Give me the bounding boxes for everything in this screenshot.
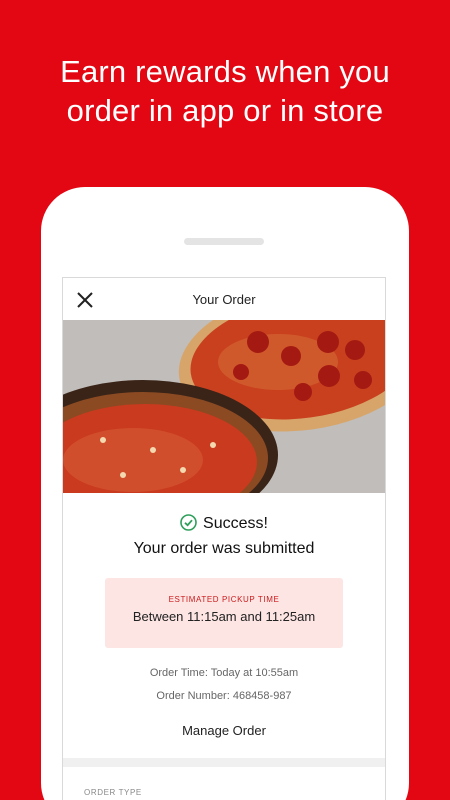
success-heading: Success!	[63, 513, 385, 538]
order-screen: Your Order Success! Your order was submi…	[62, 277, 386, 800]
order-number: Order Number: 468458-987	[156, 690, 292, 702]
check-circle-icon	[180, 514, 197, 538]
pickup-time-card: ESTIMATED PICKUP TIME Between 11:15am an…	[105, 578, 343, 648]
page-title: Your Order	[192, 292, 256, 307]
promo-headline: Earn rewards when you order in app or in…	[0, 52, 450, 130]
top-bar: Your Order	[63, 278, 385, 320]
promo-headline-line2: order in app or in store	[66, 93, 384, 128]
success-text: Success!	[203, 515, 268, 532]
order-time: Order Time: Today at 10:55am	[149, 667, 299, 679]
pizza-photo	[63, 320, 385, 493]
submitted-message: Your order was submitted	[133, 540, 315, 557]
pickup-time-value: Between 11:15am and 11:25am	[132, 609, 316, 624]
pickup-time-label: ESTIMATED PICKUP TIME	[168, 595, 280, 604]
section-divider	[63, 758, 385, 767]
manage-order-button[interactable]: Manage Order	[154, 723, 294, 738]
order-meta: Order Time: Today at 10:55am Order Numbe…	[63, 662, 385, 708]
promo-headline-line1: Earn rewards when you	[60, 54, 390, 89]
phone-speaker	[184, 238, 264, 245]
order-type-label: ORDER TYPE	[84, 788, 142, 797]
